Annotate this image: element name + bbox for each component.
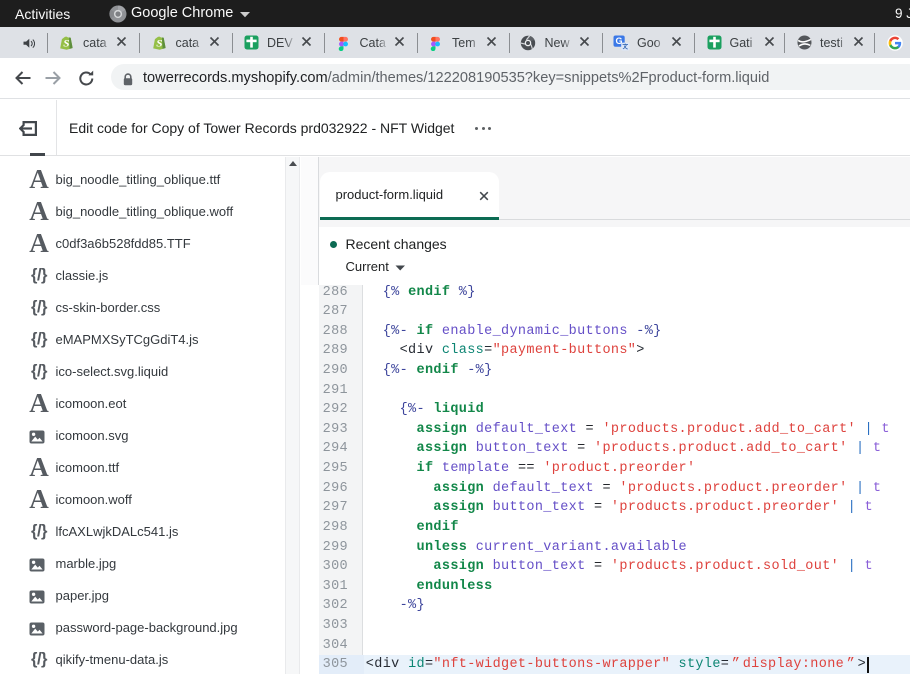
svg-text:S: S <box>63 39 69 49</box>
svg-text:S: S <box>156 39 162 49</box>
